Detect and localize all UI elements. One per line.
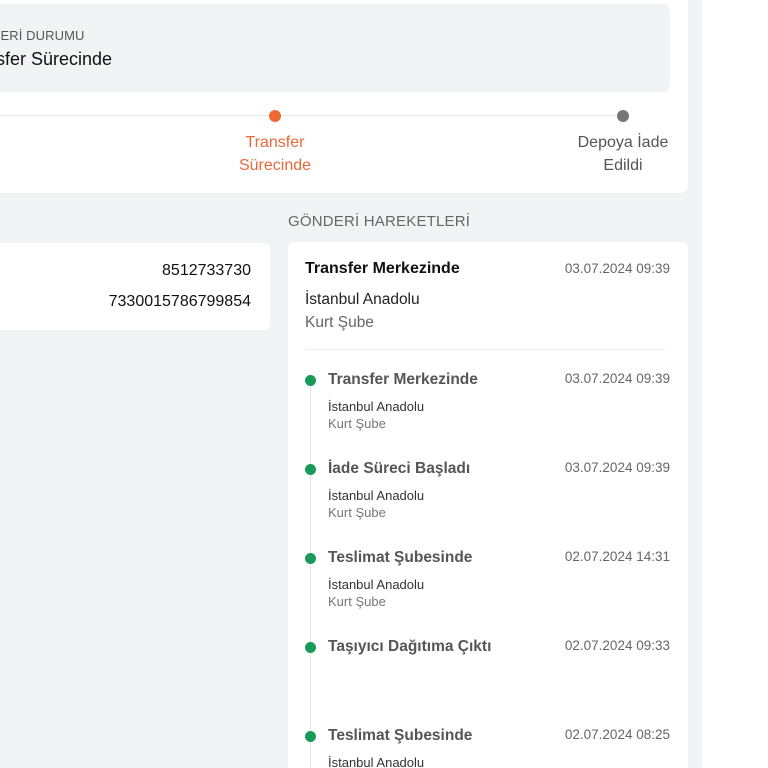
latest-movement-time: 03.07.2024 09:39 xyxy=(564,261,670,276)
timeline-item-title: İade Süreci Başladı xyxy=(328,460,471,477)
timeline-track xyxy=(310,380,311,768)
timeline-dot xyxy=(305,731,316,742)
timeline-item-branch: Kurt Şube xyxy=(328,505,386,520)
timeline-dot xyxy=(305,464,316,475)
timeline-item-location: İstanbul Anadolu xyxy=(328,577,425,592)
status-summary-box xyxy=(0,4,670,92)
movements-section-title: GÖNDERİ HAREKETLERİ xyxy=(288,213,471,230)
timeline-item-time: 03.07.2024 09:39 xyxy=(564,371,670,386)
timeline-item-branch: Kurt Şube xyxy=(328,594,386,609)
timeline-item-time: 02.07.2024 09:33 xyxy=(564,638,670,653)
status-value: nsfer Sürecinde xyxy=(0,49,113,69)
timeline-item-location: İstanbul Anadolu xyxy=(328,488,425,503)
latest-movement-location: İstanbul Anadolu xyxy=(305,291,420,308)
divider xyxy=(305,349,665,350)
timeline-item-title: Teslimat Şubesinde xyxy=(328,727,473,744)
timeline-dot xyxy=(305,642,316,653)
page-right-margin xyxy=(702,0,768,768)
timeline-dot xyxy=(305,375,316,386)
step-label-line: Edildi xyxy=(603,157,643,174)
barcode-number: 7330015786799854 xyxy=(108,293,251,310)
timeline-item-time: 02.07.2024 14:31 xyxy=(564,549,670,564)
progress-step-label-transfer: Transfer Sürecinde xyxy=(215,131,335,177)
timeline-item-location: İstanbul Anadolu xyxy=(328,755,425,768)
timeline-item-title: Transfer Merkezinde xyxy=(328,371,478,388)
timeline-dot xyxy=(305,553,316,564)
latest-movement-title: Transfer Merkezinde xyxy=(305,260,460,277)
progress-step-dot-active xyxy=(269,110,281,122)
timeline-item-title: Taşıyıcı Dağıtıma Çıktı xyxy=(328,638,492,655)
progress-step-dot-pending xyxy=(617,110,629,122)
timeline-item-branch: Kurt Şube xyxy=(328,416,386,431)
timeline-item-title: Teslimat Şubesinde xyxy=(328,549,473,566)
latest-movement-branch: Kurt Şube xyxy=(305,314,374,331)
step-label-line: Depoya İade xyxy=(577,134,669,151)
timeline-item-time: 02.07.2024 08:25 xyxy=(564,727,670,742)
step-label-line: Transfer xyxy=(245,134,305,151)
progress-step-label-returned: Depoya İade Edildi xyxy=(560,131,686,177)
shipment-info-card xyxy=(0,243,270,330)
progress-track xyxy=(0,115,623,116)
tracking-number: 8512733730 xyxy=(162,262,251,279)
timeline-item-time: 03.07.2024 09:39 xyxy=(564,460,670,475)
timeline-item-location: İstanbul Anadolu xyxy=(328,399,425,414)
status-label: DERİ DURUMU xyxy=(0,28,85,43)
step-label-line: Sürecinde xyxy=(238,157,312,174)
